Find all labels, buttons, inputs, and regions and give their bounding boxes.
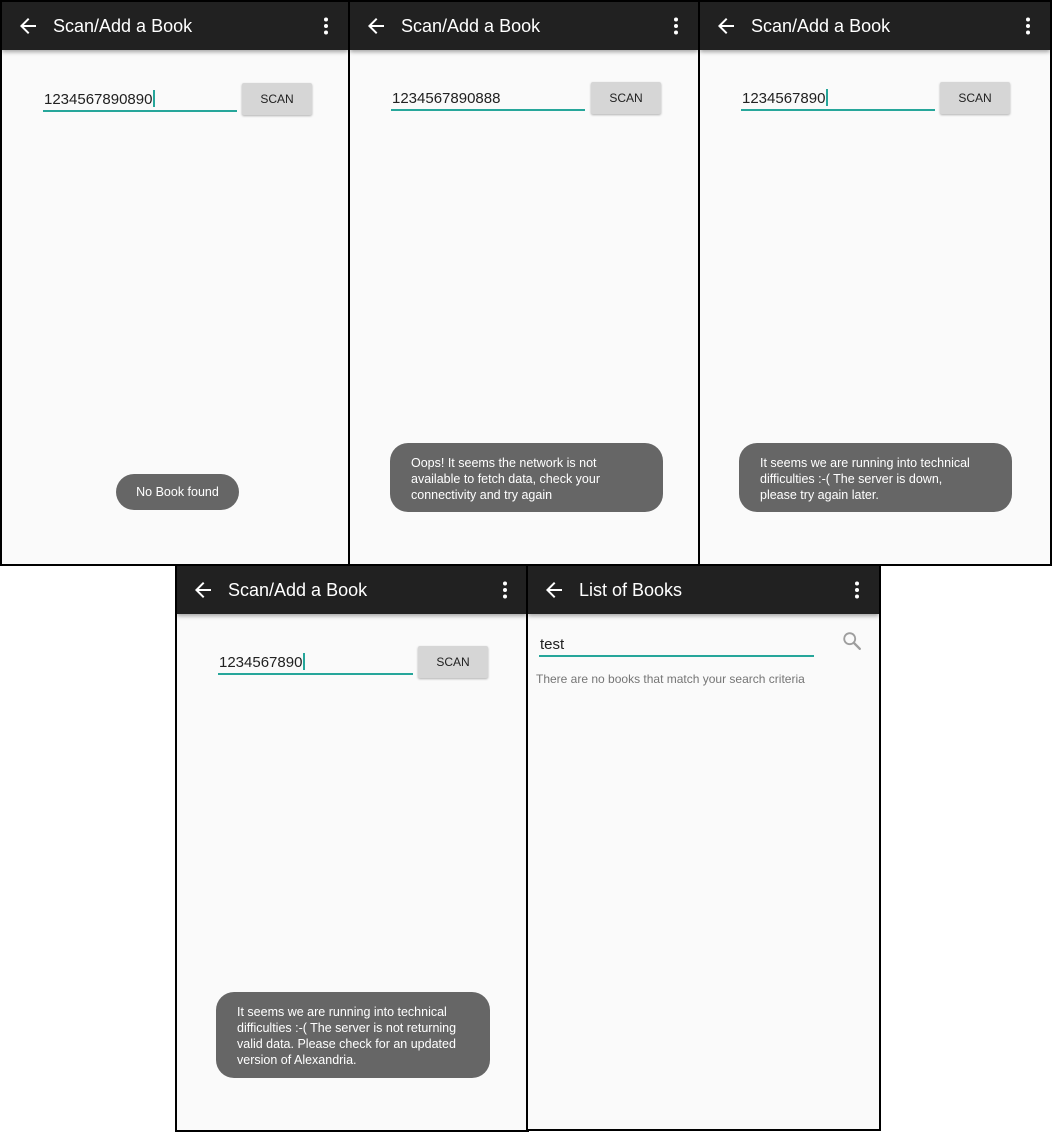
isbn-input[interactable]: 1234567890 — [741, 83, 935, 111]
arrow-back-icon[interactable] — [714, 14, 738, 38]
text-caret — [153, 90, 155, 107]
isbn-input-value: 1234567890890 — [44, 91, 153, 108]
toolbar-title: Scan/Add a Book — [751, 16, 891, 36]
isbn-input[interactable]: 1234567890 — [218, 647, 413, 675]
toolbar-title: Scan/Add a Book — [228, 580, 368, 600]
more-vert-icon[interactable] — [664, 14, 688, 38]
more-vert-icon[interactable] — [493, 578, 517, 602]
toast-message: Oops! It seems the network is not availa… — [390, 443, 663, 512]
more-vert-icon[interactable] — [1016, 14, 1040, 38]
scan-button[interactable]: SCAN — [591, 82, 661, 114]
isbn-input-value: 1234567890 — [219, 654, 303, 671]
search-icon[interactable] — [841, 630, 863, 652]
screen-network-error: Scan/Add a Book 1234567890888 SCAN Oops!… — [348, 0, 700, 566]
more-vert-icon[interactable] — [314, 14, 338, 38]
arrow-back-icon[interactable] — [16, 14, 40, 38]
toolbar-title: Scan/Add a Book — [401, 16, 541, 36]
text-caret — [826, 89, 828, 106]
screen-server-down: Scan/Add a Book 1234567890 SCAN It seems… — [698, 0, 1052, 566]
isbn-input-value: 1234567890 — [742, 90, 826, 107]
more-vert-icon[interactable] — [845, 578, 869, 602]
toolbar: Scan/Add a Book — [177, 566, 527, 614]
toolbar-title: List of Books — [579, 580, 683, 600]
arrow-back-icon[interactable] — [542, 578, 566, 602]
scan-button[interactable]: SCAN — [940, 82, 1010, 114]
scan-button[interactable]: SCAN — [418, 646, 488, 678]
toolbar: List of Books — [528, 566, 879, 614]
toast-message: It seems we are running into technical d… — [739, 443, 1012, 512]
screen-invalid-data: Scan/Add a Book 1234567890 SCAN It seems… — [175, 564, 529, 1132]
screen-list-of-books: List of Books test There are no books th… — [526, 564, 881, 1131]
toolbar: Scan/Add a Book — [700, 2, 1050, 50]
isbn-input-value: 1234567890888 — [392, 90, 501, 107]
toast-message: No Book found — [116, 474, 239, 510]
arrow-back-icon[interactable] — [364, 14, 388, 38]
arrow-back-icon[interactable] — [191, 578, 215, 602]
screen-no-book-found: Scan/Add a Book 1234567890890 SCAN No Bo… — [0, 0, 350, 566]
toolbar-title: Scan/Add a Book — [53, 16, 193, 36]
toast-message: It seems we are running into technical d… — [216, 992, 490, 1078]
search-input[interactable]: test — [539, 629, 814, 657]
empty-results-message: There are no books that match your searc… — [536, 672, 805, 686]
search-input-value: test — [540, 636, 565, 653]
toolbar: Scan/Add a Book — [350, 2, 698, 50]
scan-button[interactable]: SCAN — [242, 83, 312, 115]
toolbar: Scan/Add a Book — [2, 2, 348, 50]
text-caret — [303, 653, 305, 670]
isbn-input[interactable]: 1234567890890 — [43, 84, 237, 112]
isbn-input[interactable]: 1234567890888 — [391, 83, 585, 111]
